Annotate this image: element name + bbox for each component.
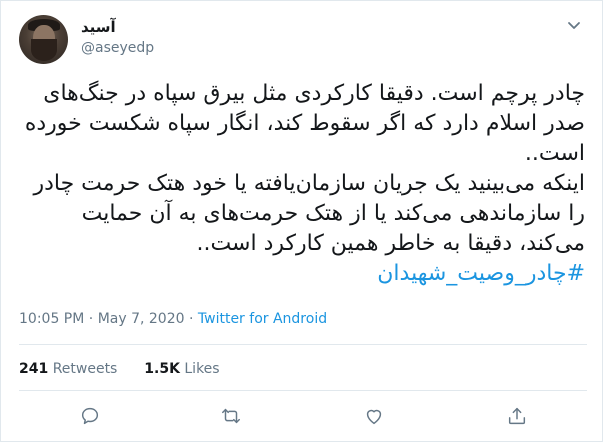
chevron-down-icon[interactable] — [566, 17, 582, 33]
tweet-line: چادر پرچم است. دقیقا کارکردی مثل بیرق سپ… — [43, 81, 585, 106]
tweet-line: صدر اسلام دارد که اگر سقوط کند، انگار سپ… — [24, 111, 585, 136]
like-icon[interactable] — [363, 405, 385, 427]
tweet-line: را سازماندهی می‌کند یا از هتک حرمت‌های ب… — [81, 201, 585, 226]
meta-separator: · — [188, 311, 194, 327]
meta-separator: · — [88, 311, 94, 327]
tweet-time[interactable]: 10:05 PM — [19, 311, 84, 327]
divider — [19, 390, 587, 391]
avatar-beard — [31, 39, 57, 61]
likes-label: Likes — [184, 361, 220, 377]
tweet-stats: 241 Retweets 1.5K Likes — [19, 361, 220, 377]
retweets-count: 241 — [19, 361, 49, 377]
tweet-card: آسید @aseyedp چادر پرچم است. دقیقا کارکر… — [0, 0, 603, 442]
tweet-line: می‌کند، دقیقا به خاطر همین کارکرد است.. — [196, 231, 585, 256]
hashtag-link[interactable]: #چادر_وصیت_شهیدان — [19, 259, 585, 289]
retweet-icon[interactable] — [220, 405, 242, 427]
avatar[interactable] — [19, 15, 68, 64]
share-icon[interactable] — [506, 405, 528, 427]
retweets-label: Retweets — [52, 361, 118, 377]
tweet-line: است.. — [524, 141, 585, 166]
tweet-source-link[interactable]: Twitter for Android — [198, 311, 327, 327]
tweet-text: چادر پرچم است. دقیقا کارکردی مثل بیرق سپ… — [19, 79, 585, 289]
author-display-name[interactable]: آسید — [81, 18, 116, 36]
tweet-date[interactable]: May 7, 2020 — [98, 311, 185, 327]
likes-count: 1.5K — [144, 361, 180, 377]
retweets-stat[interactable]: 241 Retweets — [19, 361, 117, 377]
tweet-line: اینکه می‌بینید یک جریان سازمان‌یافته یا … — [33, 171, 585, 196]
divider — [19, 344, 587, 345]
tweet-meta: 10:05 PM · May 7, 2020 · Twitter for And… — [19, 311, 327, 327]
reply-icon[interactable] — [79, 405, 101, 427]
likes-stat[interactable]: 1.5K Likes — [144, 361, 219, 377]
author-handle[interactable]: @aseyedp — [81, 40, 154, 56]
